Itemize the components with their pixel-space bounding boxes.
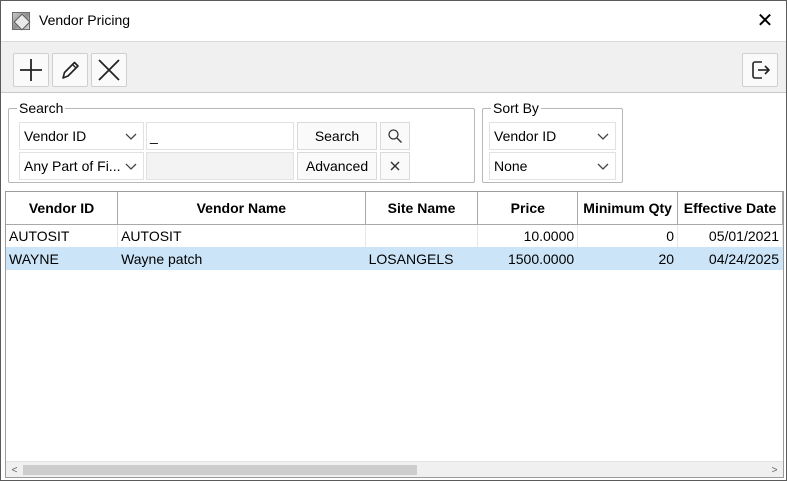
window-title: Vendor Pricing	[39, 12, 131, 28]
match-mode-select[interactable]: Any Part of Fi...	[19, 152, 144, 180]
sort-primary-select[interactable]: Vendor ID	[489, 122, 616, 150]
search-group-label: Search	[17, 100, 66, 116]
sort-primary-value: Vendor ID	[494, 128, 557, 144]
magnifier-icon	[388, 129, 402, 143]
search-button[interactable]: Search	[297, 122, 377, 150]
search-field-select-value: Vendor ID	[24, 128, 87, 144]
cell-vendor-name: Wayne patch	[117, 247, 366, 270]
quick-search-button[interactable]	[380, 122, 410, 150]
scroll-left-arrow[interactable]: <	[6, 462, 23, 477]
match-mode-select-value: Any Part of Fi...	[24, 158, 121, 174]
exit-icon	[752, 61, 770, 79]
table-header-row: Vendor ID Vendor Name Site Name Price Mi…	[6, 192, 783, 225]
chevron-down-icon	[597, 133, 609, 140]
pencil-icon	[62, 61, 79, 79]
cell-effective-date: 05/01/2021	[677, 224, 783, 247]
column-header-vendor-name[interactable]: Vendor Name	[117, 192, 366, 225]
column-header-price[interactable]: Price	[477, 192, 579, 225]
table-row[interactable]: WAYNE Wayne patch LOSANGELS 1500.0000 20…	[6, 247, 783, 270]
vendor-pricing-window: Vendor Pricing ✕ Search Vendor ID _ Sear…	[0, 0, 787, 481]
cell-site-name: LOSANGELS	[365, 247, 479, 270]
table-row[interactable]: AUTOSIT AUTOSIT 10.0000 0 05/01/2021	[6, 224, 783, 247]
cell-minimum-qty: 20	[577, 247, 679, 270]
search-input[interactable]: _	[146, 122, 294, 150]
column-header-vendor-id[interactable]: Vendor ID	[6, 192, 119, 225]
pricing-table: Vendor ID Vendor Name Site Name Price Mi…	[6, 192, 783, 270]
vendor-pricing-grid: Vendor ID Vendor Name Site Name Price Mi…	[5, 191, 784, 478]
column-header-minimum-qty[interactable]: Minimum Qty	[577, 192, 679, 225]
exit-button[interactable]	[742, 53, 778, 87]
clear-search-button[interactable]	[380, 152, 410, 180]
sort-by-group: Sort By Vendor ID None	[482, 100, 623, 183]
edit-button[interactable]	[52, 53, 88, 87]
column-header-site-name[interactable]: Site Name	[365, 192, 479, 225]
cell-site-name	[365, 224, 479, 247]
x-icon	[98, 59, 120, 81]
vendor-pricing-app-icon	[12, 12, 30, 30]
cell-vendor-name: AUTOSIT	[117, 224, 366, 247]
scroll-right-arrow[interactable]: >	[766, 462, 783, 477]
secondary-search-input[interactable]	[146, 152, 294, 180]
horizontal-scrollbar[interactable]: < >	[6, 461, 783, 477]
cell-vendor-id: AUTOSIT	[6, 224, 119, 247]
cell-price: 1500.0000	[477, 247, 579, 270]
delete-button[interactable]	[91, 53, 127, 87]
sort-secondary-select[interactable]: None	[489, 152, 616, 180]
plus-icon	[20, 59, 42, 81]
title-bar: Vendor Pricing ✕	[1, 1, 786, 41]
chevron-down-icon	[125, 163, 137, 170]
cell-price: 10.0000	[477, 224, 579, 247]
search-field-select[interactable]: Vendor ID	[19, 122, 144, 150]
clear-x-icon	[390, 161, 400, 171]
search-group: Search Vendor ID _ Search Any Part of Fi…	[8, 100, 475, 183]
search-input-value: _	[150, 128, 158, 144]
sort-by-group-label: Sort By	[491, 100, 541, 116]
column-header-effective-date[interactable]: Effective Date	[677, 192, 783, 225]
chevron-down-icon	[125, 133, 137, 140]
toolbar	[1, 41, 786, 93]
cell-vendor-id: WAYNE	[6, 247, 119, 270]
cell-minimum-qty: 0	[577, 224, 679, 247]
chevron-down-icon	[597, 163, 609, 170]
close-window-button[interactable]: ✕	[753, 9, 777, 33]
sort-secondary-value: None	[494, 158, 528, 174]
add-button[interactable]	[13, 53, 49, 87]
cell-effective-date: 04/24/2025	[677, 247, 783, 270]
scrollbar-thumb[interactable]	[23, 465, 417, 475]
advanced-button[interactable]: Advanced	[297, 152, 377, 180]
